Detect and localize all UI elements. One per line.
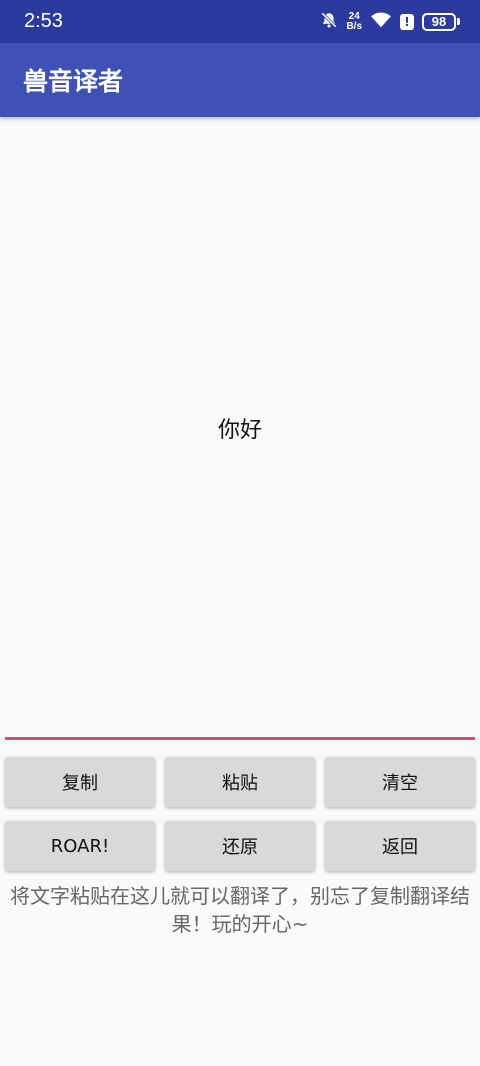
button-row-1: 复制 粘贴 清空	[5, 757, 475, 807]
restore-button[interactable]: 还原	[165, 821, 315, 871]
battery-icon: 98	[422, 12, 460, 31]
text-input-area[interactable]: 你好	[5, 118, 475, 740]
text-input-value: 你好	[217, 417, 262, 443]
button-row-2: ROAR! 还原 返回	[5, 821, 475, 871]
battery-level: 98	[422, 12, 456, 31]
app-bar: 兽音译者	[0, 43, 480, 117]
roar-button[interactable]: ROAR!	[5, 821, 155, 871]
status-icons: 24 B/s ! 98	[320, 11, 460, 33]
back-button[interactable]: 返回	[325, 821, 475, 871]
status-bar: 2:53 24 B/s ! 98	[0, 0, 480, 43]
paste-button[interactable]: 粘贴	[165, 757, 315, 807]
network-speed: 24 B/s	[346, 10, 362, 32]
network-speed-value: 24	[348, 10, 360, 22]
bell-off-icon	[320, 11, 338, 33]
battery-tip	[457, 18, 460, 25]
alert-icon: !	[400, 13, 414, 30]
app-title: 兽音译者	[23, 67, 124, 96]
network-speed-unit: B/s	[346, 20, 362, 32]
hint-text: 将文字粘贴在这儿就可以翻译了，别忘了复制翻译结果！玩的开心~	[10, 884, 470, 936]
clear-button[interactable]: 清空	[325, 757, 475, 807]
wifi-icon	[370, 11, 392, 33]
copy-button[interactable]: 复制	[5, 757, 155, 807]
status-time: 2:53	[24, 10, 63, 32]
